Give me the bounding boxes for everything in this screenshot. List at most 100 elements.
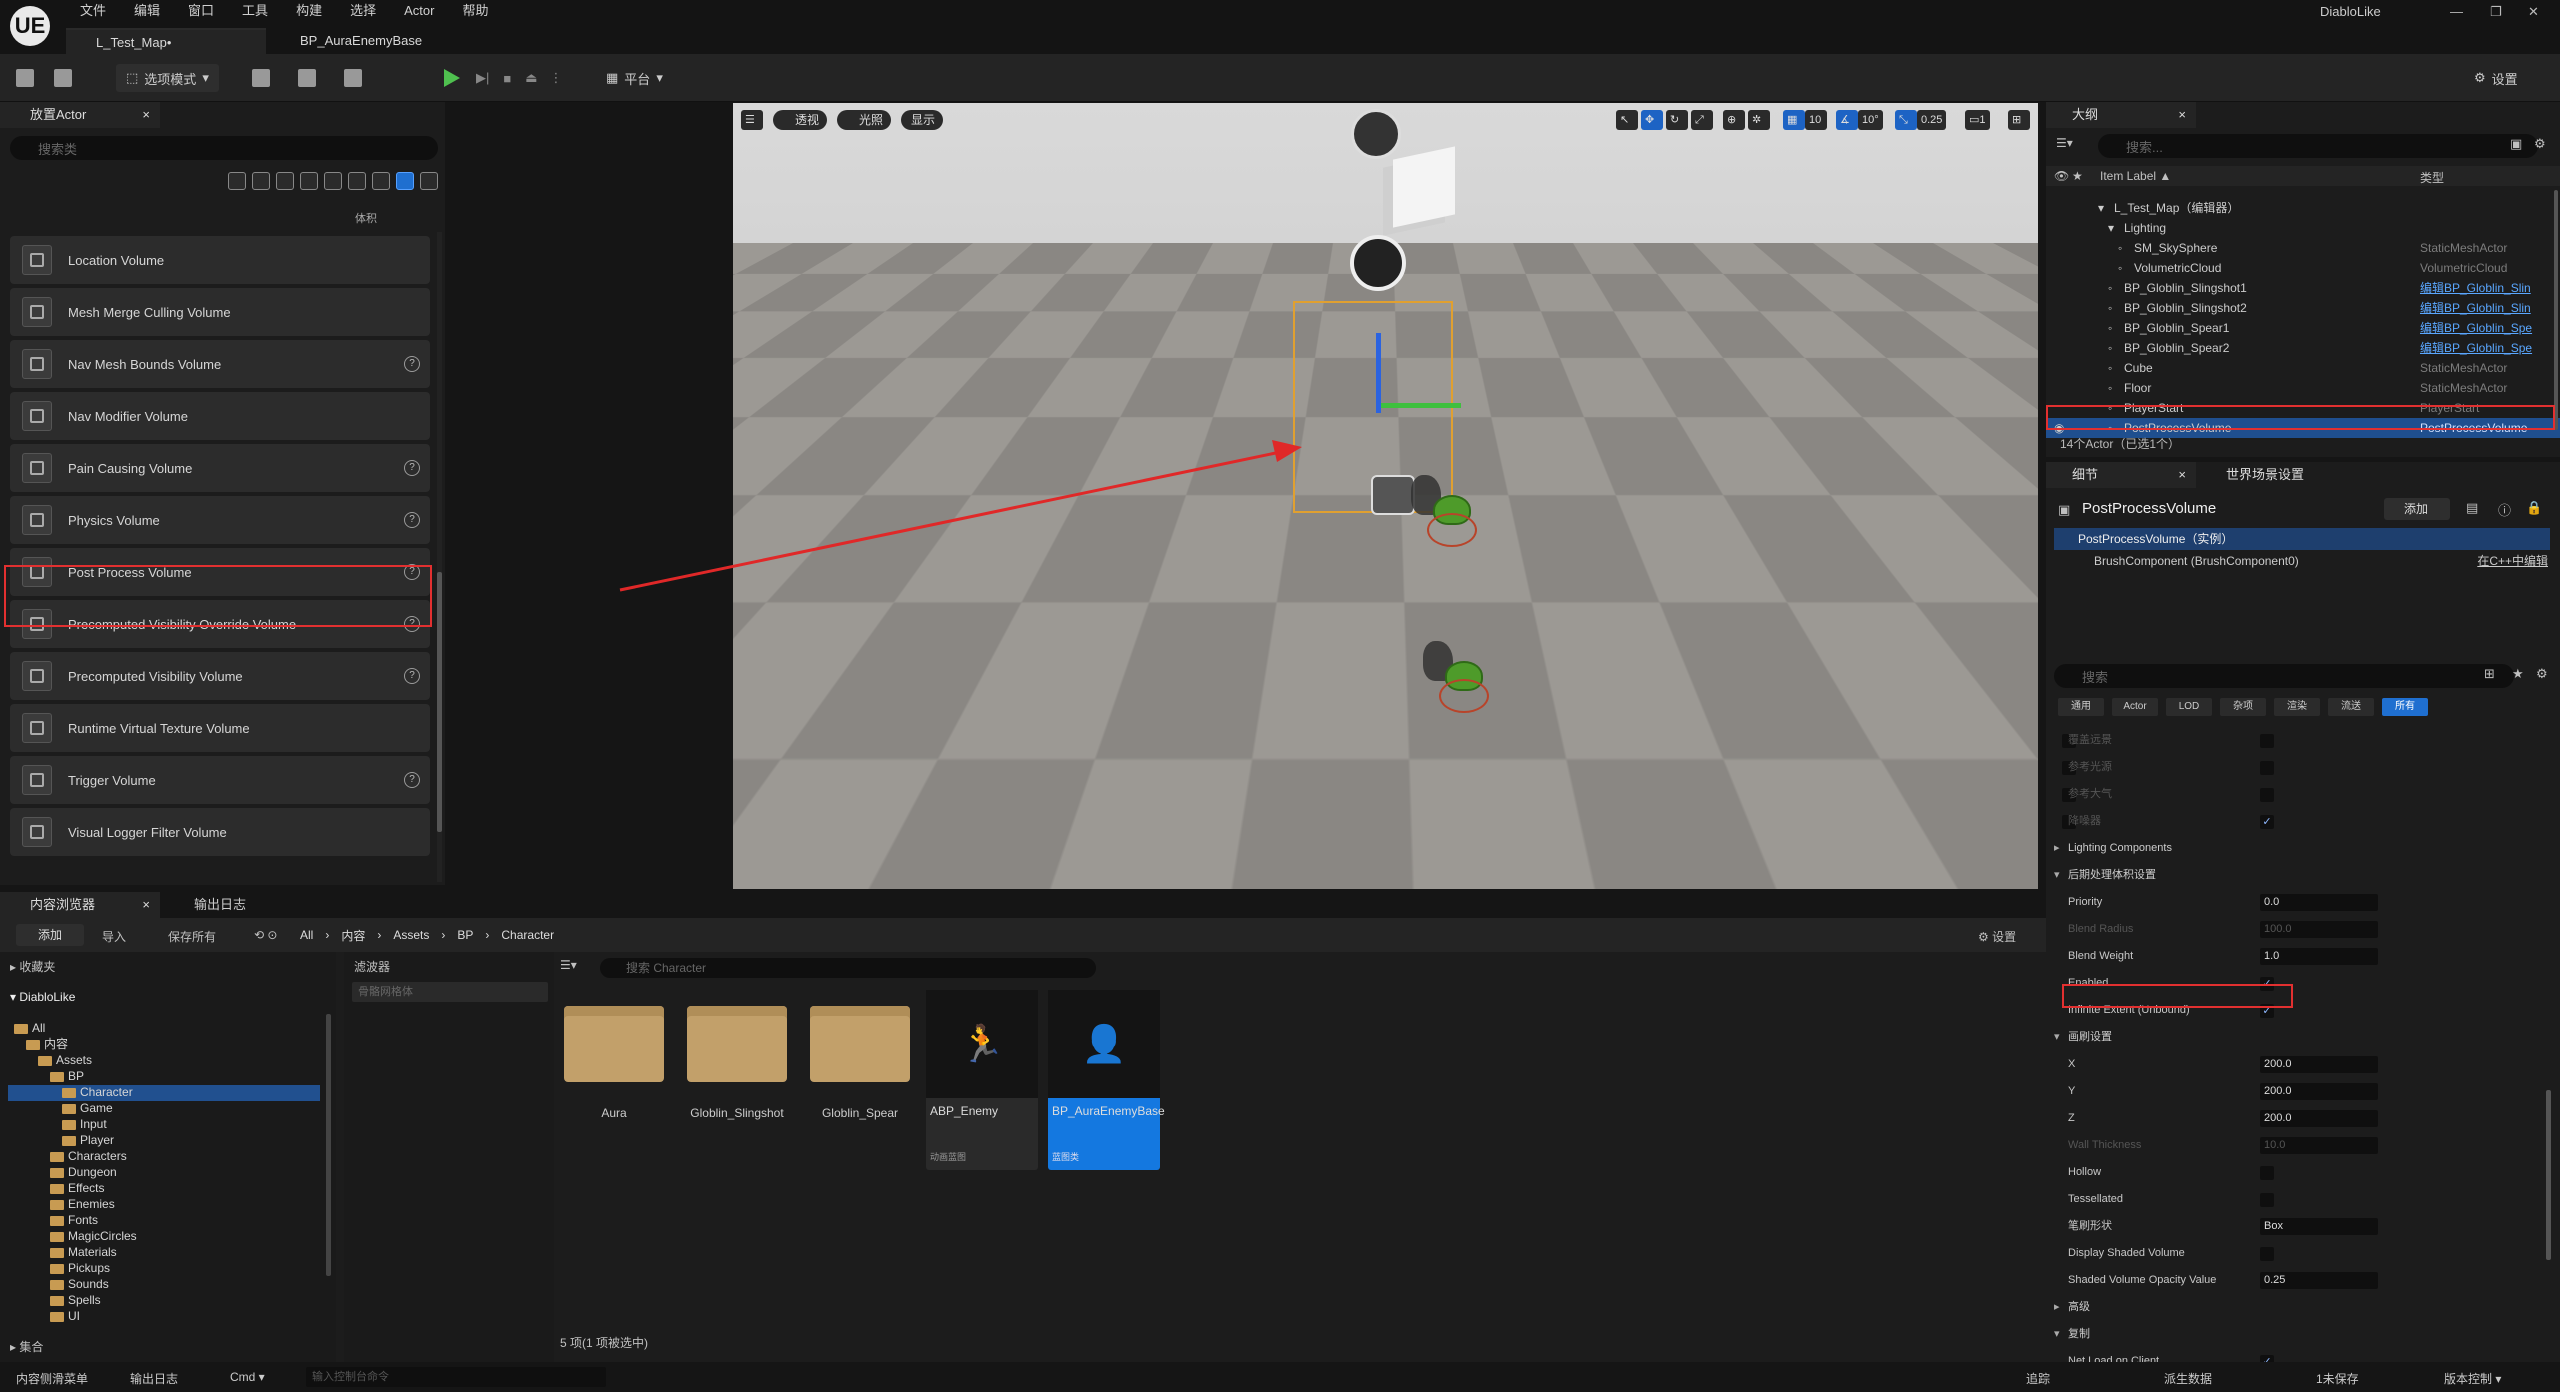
edit-cpp-link[interactable]: 在C++中编辑 xyxy=(2477,550,2548,572)
cb-settings-button[interactable]: ⚙ 设置 xyxy=(1978,928,2016,945)
volume-item[interactable]: Trigger Volume? xyxy=(10,756,430,804)
recent-icon[interactable] xyxy=(228,172,246,190)
minimize-button[interactable]: — xyxy=(2450,4,2463,19)
scrollbar[interactable] xyxy=(437,232,442,882)
select-tool-icon[interactable]: ↖ xyxy=(1616,110,1638,130)
component-root[interactable]: PostProcessVolume（实例） xyxy=(2054,528,2550,550)
tree-folder[interactable]: Game xyxy=(62,1100,113,1116)
property-value-input[interactable]: 200.0 xyxy=(2260,1056,2378,1073)
tree-folder[interactable]: Dungeon xyxy=(50,1164,117,1180)
checkbox[interactable]: ✓ xyxy=(2260,815,2274,829)
platform-menu[interactable]: ▦ 平台 ▾ xyxy=(606,64,663,92)
outliner-row[interactable]: ◦ Cube StaticMeshActor xyxy=(2046,358,2560,378)
gizmo-z-axis[interactable] xyxy=(1376,333,1381,413)
derived-data-button[interactable]: 派生数据 xyxy=(2164,1370,2212,1387)
volume-item[interactable]: Pain Causing Volume? xyxy=(10,444,430,492)
breadcrumb-item[interactable]: 内容 xyxy=(341,927,365,944)
goblin-actor[interactable] xyxy=(1597,623,1665,697)
gizmo-y-axis[interactable] xyxy=(1381,403,1461,408)
lights-icon[interactable] xyxy=(276,172,294,190)
checkbox[interactable] xyxy=(2260,1247,2274,1261)
filter-tab[interactable]: LOD xyxy=(2166,698,2212,716)
trace-button[interactable]: 追踪 xyxy=(2026,1370,2050,1387)
volume-item[interactable]: Mesh Merge Culling Volume xyxy=(10,288,430,336)
outliner-type[interactable]: 编辑BP_Globlin_Spe xyxy=(2420,318,2532,338)
property-value-input[interactable]: 100.0 xyxy=(2260,921,2378,938)
asset-tile[interactable]: 🏃 ABP_Enemy 动画蓝图 xyxy=(926,990,1038,1170)
surface-snap-icon[interactable]: ✲ xyxy=(1748,110,1770,130)
outliner-row[interactable]: ◦ SM_SkySphere StaticMeshActor xyxy=(2046,238,2560,258)
goblin-actor[interactable] xyxy=(1411,475,1479,549)
tab-content-browser[interactable]: 内容浏览器 × xyxy=(0,892,160,918)
filter-menu-icon[interactable]: ☰▾ xyxy=(560,958,577,972)
tab-output-log[interactable]: 输出日志 xyxy=(170,892,246,918)
eject-icon[interactable]: ⏏ xyxy=(525,70,537,86)
scrollbar[interactable] xyxy=(326,1014,331,1276)
column-type-header[interactable]: 类型 xyxy=(2420,169,2444,186)
favorites-header[interactable]: ▸ 收藏夹 xyxy=(10,958,55,975)
project-header[interactable]: ▾ DiabloLike xyxy=(10,990,75,1004)
volumes-icon[interactable] xyxy=(396,172,414,190)
skip-icon[interactable]: ▶| xyxy=(476,70,489,86)
close-icon[interactable]: × xyxy=(142,892,150,918)
tree-folder[interactable]: Fonts xyxy=(50,1212,98,1228)
stop-icon[interactable]: ■ xyxy=(503,71,511,86)
outliner-row[interactable]: ▾ L_Test_Map（编辑器） xyxy=(2046,198,2560,218)
lock-icon[interactable]: 🔒 xyxy=(2526,500,2542,516)
tree-folder[interactable]: Materials xyxy=(50,1244,117,1260)
menu-item[interactable]: 工具 xyxy=(228,0,282,22)
outliner-row[interactable]: ◦ BP_Globlin_Slingshot1 编辑BP_Globlin_Slin xyxy=(2046,278,2560,298)
rotation-snap-value[interactable]: 10° xyxy=(1858,110,1883,130)
help-icon[interactable]: ⓘ xyxy=(2498,500,2511,519)
scrollbar[interactable] xyxy=(2546,1090,2551,1260)
property-value-input[interactable]: Box xyxy=(2260,1218,2378,1235)
filter-icon[interactable]: ☰▾ xyxy=(2056,136,2073,150)
scale-tool-icon[interactable]: ⤢ xyxy=(1691,110,1713,130)
asset-search-input[interactable]: 搜索 Character xyxy=(600,958,1096,978)
outliner-search-input[interactable]: 搜索... xyxy=(2098,134,2538,158)
menu-item[interactable]: 选择 xyxy=(336,0,390,22)
unsaved-button[interactable]: 1未保存 xyxy=(2316,1370,2359,1387)
goblin-actor[interactable] xyxy=(1551,455,1619,529)
outliner-row[interactable]: ◦ Floor StaticMeshActor xyxy=(2046,378,2560,398)
property-value-input[interactable]: 0.25 xyxy=(2260,1272,2378,1289)
visibility-icon[interactable]: 👁 xyxy=(2054,169,2069,183)
cinematic-icon[interactable] xyxy=(300,172,318,190)
outliner-row[interactable]: ◦ BP_Globlin_Spear1 编辑BP_Globlin_Spe xyxy=(2046,318,2560,338)
tree-folder[interactable]: Input xyxy=(62,1116,107,1132)
import-button[interactable]: 导入 xyxy=(102,928,126,945)
tree-folder[interactable]: Characters xyxy=(50,1148,127,1164)
tree-folder[interactable]: Spells xyxy=(50,1292,101,1308)
section-header[interactable]: ▸ 高级 xyxy=(2046,1294,2560,1321)
volume-item[interactable]: Nav Mesh Bounds Volume? xyxy=(10,340,430,388)
camera-speed-button[interactable]: ▭1 xyxy=(1965,110,1990,130)
source-control-button[interactable]: 版本控制 ▾ xyxy=(2444,1370,2501,1387)
add-component-button[interactable]: 添加 xyxy=(2384,498,2450,520)
property-value-input[interactable]: 10.0 xyxy=(2260,1137,2378,1154)
breadcrumb-item[interactable]: Assets xyxy=(393,928,429,942)
volume-item[interactable]: Location Volume xyxy=(10,236,430,284)
section-header[interactable]: ▸ Lighting Components xyxy=(2046,835,2560,862)
settings-button[interactable]: ⚙ 设置 xyxy=(2474,64,2518,92)
tree-folder[interactable]: Effects xyxy=(50,1180,104,1196)
filter-tab[interactable]: 通用 xyxy=(2058,698,2104,716)
outliner-type[interactable]: 编辑BP_Globlin_Slin xyxy=(2420,298,2531,318)
tree-folder[interactable]: Enemies xyxy=(50,1196,115,1212)
checkbox[interactable] xyxy=(2260,788,2274,802)
shapes-icon[interactable] xyxy=(420,172,438,190)
volume-item[interactable]: Runtime Virtual Texture Volume xyxy=(10,704,430,752)
geometry-icon[interactable] xyxy=(348,172,366,190)
unreal-logo-icon[interactable]: UE xyxy=(10,6,50,46)
folder-tile[interactable]: Aura xyxy=(558,990,670,1120)
property-value-input[interactable]: 200.0 xyxy=(2260,1083,2378,1100)
help-icon[interactable]: ? xyxy=(404,356,420,372)
tree-folder[interactable]: Assets xyxy=(38,1052,92,1068)
grid-snap-value[interactable]: 10 xyxy=(1805,110,1827,130)
help-icon[interactable]: ? xyxy=(404,512,420,528)
tree-folder[interactable]: Pickups xyxy=(50,1260,110,1276)
tab-blueprint[interactable]: BP_AuraEnemyBase xyxy=(270,28,450,54)
grid-snap-button[interactable]: ▦ xyxy=(1783,110,1805,130)
checkbox[interactable] xyxy=(2260,1166,2274,1180)
visual-effects-icon[interactable] xyxy=(324,172,342,190)
content-drawer-button[interactable]: 内容侧滑菜单 xyxy=(16,1370,88,1387)
